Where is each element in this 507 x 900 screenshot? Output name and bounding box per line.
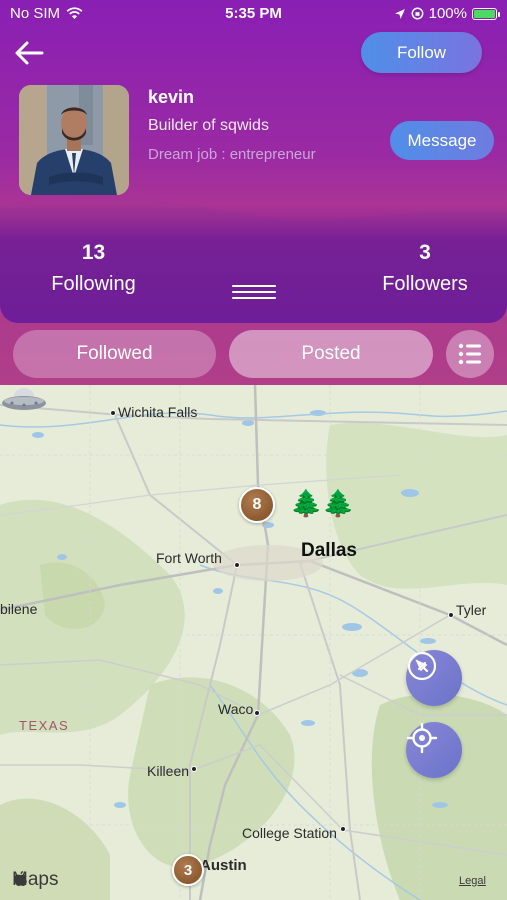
map-view[interactable]: Wichita Falls Fort Worth Dallas bilene T… bbox=[0, 385, 507, 900]
profile-dream-job: Dream job : entrepreneur bbox=[148, 146, 316, 163]
profile-name: kevin bbox=[148, 87, 195, 107]
city-wichita-falls: Wichita Falls bbox=[118, 404, 198, 420]
battery-icon bbox=[472, 7, 500, 20]
city-waco: Waco bbox=[218, 701, 254, 717]
status-indicators: 100% bbox=[394, 5, 500, 22]
city-dot bbox=[191, 766, 197, 772]
followers-label: Followers bbox=[382, 273, 468, 295]
city-dot bbox=[254, 710, 260, 716]
city-dot bbox=[234, 562, 240, 568]
following-stat[interactable]: 13 Following bbox=[36, 241, 151, 296]
followers-count: 3 bbox=[419, 241, 431, 264]
battery-percent: 100% bbox=[428, 5, 467, 22]
list-view-button[interactable] bbox=[446, 330, 494, 378]
city-dot bbox=[340, 826, 346, 832]
city-dallas: Dallas bbox=[301, 540, 357, 561]
location-arrow-icon bbox=[394, 8, 405, 19]
city-tyler: Tyler bbox=[456, 602, 487, 618]
drag-handle-icon[interactable] bbox=[232, 285, 276, 299]
tree-marker-icon[interactable]: 🌲🌲 bbox=[290, 488, 355, 519]
back-arrow-icon[interactable] bbox=[14, 40, 44, 66]
apple-logo-icon bbox=[14, 871, 27, 886]
tab-followed[interactable]: Followed bbox=[13, 330, 216, 378]
followers-stat[interactable]: 3 Followers bbox=[368, 241, 482, 296]
city-dot bbox=[110, 410, 116, 416]
message-button[interactable]: Message bbox=[390, 121, 494, 160]
state-label: TEXAS bbox=[19, 718, 70, 733]
avatar-photo bbox=[19, 85, 129, 195]
apple-maps-logo: Maps bbox=[12, 869, 58, 891]
status-bar: No SIM 5:35 PM 100% bbox=[0, 0, 507, 28]
post-cluster-marker[interactable]: 8 bbox=[239, 487, 275, 523]
crosshair-icon bbox=[406, 722, 438, 754]
tab-posted[interactable]: Posted bbox=[229, 330, 433, 378]
locate-me-button[interactable] bbox=[406, 722, 462, 778]
profile-header: No SIM 5:35 PM 100% Follow kevin Builder… bbox=[0, 0, 507, 385]
city-killeen: Killeen bbox=[147, 763, 190, 779]
city-austin: Austin bbox=[200, 857, 247, 874]
compass-button[interactable] bbox=[406, 650, 462, 706]
profile-avatar bbox=[19, 85, 129, 195]
map-terrain bbox=[0, 385, 507, 900]
legal-link[interactable]: Legal bbox=[459, 875, 486, 887]
list-icon bbox=[458, 343, 481, 365]
city-abilene: bilene bbox=[0, 601, 38, 617]
follow-button[interactable]: Follow bbox=[361, 32, 482, 73]
following-label: Following bbox=[51, 273, 136, 295]
profile-bio: Builder of sqwids bbox=[148, 117, 269, 134]
post-cluster-marker[interactable]: 3 bbox=[172, 854, 204, 886]
city-college-station: College Station bbox=[242, 825, 337, 841]
orientation-lock-icon bbox=[411, 7, 424, 20]
compass-icon bbox=[407, 651, 437, 681]
ufo-marker-icon[interactable] bbox=[0, 385, 48, 413]
city-fort-worth: Fort Worth bbox=[156, 550, 222, 566]
city-dot bbox=[448, 612, 454, 618]
following-count: 13 bbox=[81, 241, 106, 264]
